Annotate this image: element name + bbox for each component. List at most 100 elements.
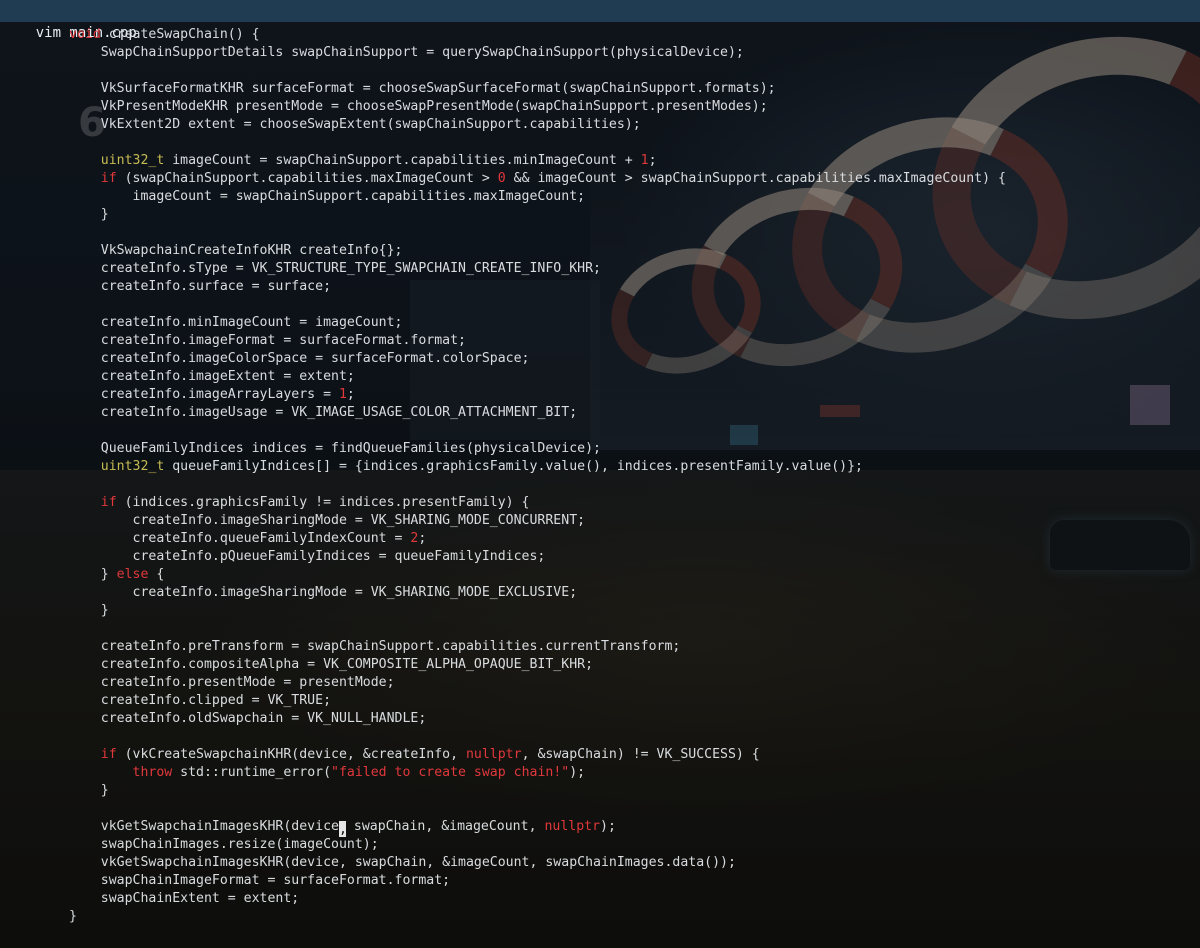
code-keyword: if — [69, 495, 117, 510]
code-text: createInfo.imageUsage = VK_IMAGE_USAGE_C… — [69, 405, 578, 420]
code-text: createInfo.preTransform = swapChainSuppo… — [69, 639, 681, 654]
code-number: 1 — [338, 387, 347, 402]
code-line[interactable]: VkExtent2D extent = chooseSwapExtent(swa… — [69, 116, 641, 134]
code-text: VkSwapchainCreateInfoKHR createInfo{}; — [69, 243, 403, 258]
code-text: vkGetSwapchainImagesKHR(device — [69, 819, 339, 834]
code-line[interactable]: VkSwapchainCreateInfoKHR createInfo{}; — [69, 242, 403, 260]
code-text: swapChainImages.resize(imageCount); — [69, 837, 379, 852]
code-text: createInfo.surface = surface; — [69, 279, 332, 294]
code-line[interactable]: SwapChainSupportDetails swapChainSupport… — [69, 44, 744, 62]
code-line[interactable]: createInfo.queueFamilyIndexCount = 2; — [69, 530, 427, 548]
code-text: createInfo.presentMode = presentMode; — [69, 675, 395, 690]
code-text: createInfo.imageArrayLayers = — [69, 387, 339, 402]
code-line[interactable]: } — [69, 782, 109, 800]
code-text: (vkCreateSwapchainKHR(device, &createInf… — [116, 747, 466, 762]
code-line[interactable]: if (indices.graphicsFamily != indices.pr… — [69, 494, 530, 512]
code-text: VkPresentModeKHR presentMode = chooseSwa… — [69, 99, 768, 114]
code-text: createInfo.imageSharingMode = VK_SHARING… — [69, 585, 578, 600]
code-number: 1 — [640, 153, 649, 168]
code-line[interactable]: VkSurfaceFormatKHR surfaceFormat = choos… — [69, 80, 776, 98]
code-text: imageCount = swapChainSupport.capabiliti… — [164, 153, 641, 168]
code-line[interactable]: createInfo.imageSharingMode = VK_SHARING… — [69, 584, 578, 602]
code-line[interactable]: } — [69, 206, 109, 224]
window-titlebar[interactable]: vim main.cpp — [0, 0, 1200, 41]
code-line[interactable]: if (vkCreateSwapchainKHR(device, &create… — [69, 746, 760, 764]
code-text: queueFamilyIndices[] = {indices.graphics… — [164, 459, 863, 474]
code-line[interactable]: createInfo.imageArrayLayers = 1; — [69, 386, 355, 404]
code-line[interactable]: createInfo.imageExtent = extent; — [69, 368, 355, 386]
code-text: } — [69, 567, 117, 582]
code-line[interactable]: createInfo.sType = VK_STRUCTURE_TYPE_SWA… — [69, 260, 601, 278]
code-type: uint32_t — [69, 459, 165, 474]
code-line[interactable]: swapChainImageFormat = surfaceFormat.for… — [69, 872, 450, 890]
code-keyword: else — [116, 567, 149, 582]
code-text: createInfo.sType = VK_STRUCTURE_TYPE_SWA… — [69, 261, 601, 276]
code-text: createInfo.compositeAlpha = VK_COMPOSITE… — [69, 657, 594, 672]
code-text: ); — [600, 819, 616, 834]
vim-editor[interactable]: void createSwapChain() { SwapChainSuppor… — [0, 23, 1200, 948]
code-line[interactable]: imageCount = swapChainSupport.capabiliti… — [69, 188, 586, 206]
code-text: createInfo.imageFormat = surfaceFormat.f… — [69, 333, 466, 348]
code-line[interactable]: vkGetSwapchainImagesKHR(device, swapChai… — [69, 854, 736, 872]
code-line[interactable]: createInfo.surface = surface; — [69, 278, 331, 296]
code-line[interactable]: createInfo.minImageCount = imageCount; — [69, 314, 403, 332]
code-text: createInfo.queueFamilyIndexCount = — [69, 531, 411, 546]
code-text: QueueFamilyIndices indices = findQueueFa… — [69, 441, 601, 456]
code-text: VkSurfaceFormatKHR surfaceFormat = choos… — [69, 81, 776, 96]
code-text: swapChainExtent = extent; — [69, 891, 300, 906]
code-line[interactable]: } — [69, 908, 77, 926]
code-line[interactable]: throw std::runtime_error("failed to crea… — [69, 764, 586, 782]
code-text: } — [69, 603, 109, 618]
code-text: createInfo.imageSharingMode = VK_SHARING… — [69, 513, 586, 528]
code-line[interactable]: uint32_t imageCount = swapChainSupport.c… — [69, 152, 657, 170]
code-line[interactable]: QueueFamilyIndices indices = findQueueFa… — [69, 440, 601, 458]
code-keyword: nullptr — [465, 747, 522, 762]
code-text: VkExtent2D extent = chooseSwapExtent(swa… — [69, 117, 641, 132]
code-text: { — [148, 567, 165, 582]
code-keyword: nullptr — [544, 819, 601, 834]
code-text: (swapChainSupport.capabilities.maxImageC… — [116, 171, 498, 186]
code-text: createInfo.pQueueFamilyIndices = queueFa… — [69, 549, 546, 564]
code-line[interactable]: createInfo.imageSharingMode = VK_SHARING… — [69, 512, 586, 530]
code-line[interactable]: createInfo.pQueueFamilyIndices = queueFa… — [69, 548, 546, 566]
code-text: swapChain, &imageCount, — [345, 819, 545, 834]
code-text: vkGetSwapchainImagesKHR(device, swapChai… — [69, 855, 736, 870]
code-line[interactable]: if (swapChainSupport.capabilities.maxIma… — [69, 170, 1006, 188]
code-line[interactable]: vkGetSwapchainImagesKHR(device, swapChai… — [69, 818, 616, 837]
code-text: imageCount = swapChainSupport.capabiliti… — [69, 189, 586, 204]
code-text: ; — [648, 153, 657, 168]
code-line[interactable]: createInfo.preTransform = swapChainSuppo… — [69, 638, 681, 656]
code-line[interactable]: } — [69, 602, 109, 620]
code-text: && imageCount > swapChainSupport.capabil… — [505, 171, 1006, 186]
code-keyword: void — [69, 27, 101, 42]
code-line[interactable]: createInfo.presentMode = presentMode; — [69, 674, 395, 692]
code-keyword: throw — [69, 765, 173, 780]
code-line[interactable]: createInfo.oldSwapchain = VK_NULL_HANDLE… — [69, 710, 427, 728]
code-text: swapChainImageFormat = surfaceFormat.for… — [69, 873, 451, 888]
code-text: createInfo.clipped = VK_TRUE; — [69, 693, 332, 708]
code-line[interactable]: createInfo.imageFormat = surfaceFormat.f… — [69, 332, 466, 350]
code-text: createInfo.imageExtent = extent; — [69, 369, 355, 384]
code-text: } — [69, 207, 109, 222]
text-cursor: , — [338, 821, 347, 837]
code-line[interactable]: createInfo.imageUsage = VK_IMAGE_USAGE_C… — [69, 404, 577, 422]
code-number: 0 — [497, 171, 506, 186]
code-text: , &swapChain) != VK_SUCCESS) { — [521, 747, 760, 762]
code-line[interactable]: swapChainImages.resize(imageCount); — [69, 836, 379, 854]
code-text: std::runtime_error( — [172, 765, 332, 780]
code-line[interactable]: createInfo.clipped = VK_TRUE; — [69, 692, 331, 710]
code-text: createInfo.imageColorSpace = surfaceForm… — [69, 351, 530, 366]
code-line[interactable]: createInfo.compositeAlpha = VK_COMPOSITE… — [69, 656, 593, 674]
code-line[interactable]: void createSwapChain() { — [69, 26, 260, 44]
code-keyword: if — [69, 171, 117, 186]
code-line[interactable]: VkPresentModeKHR presentMode = chooseSwa… — [69, 98, 768, 116]
code-keyword: if — [69, 747, 117, 762]
code-text: (indices.graphicsFamily != indices.prese… — [116, 495, 530, 510]
code-line[interactable]: createInfo.imageColorSpace = surfaceForm… — [69, 350, 530, 368]
code-line[interactable]: } else { — [69, 566, 165, 584]
code-type: uint32_t — [69, 153, 165, 168]
code-text: SwapChainSupportDetails swapChainSupport… — [69, 45, 744, 60]
code-line[interactable]: uint32_t queueFamilyIndices[] = {indices… — [69, 458, 863, 476]
code-line[interactable]: swapChainExtent = extent; — [69, 890, 300, 908]
code-text: ; — [346, 387, 355, 402]
